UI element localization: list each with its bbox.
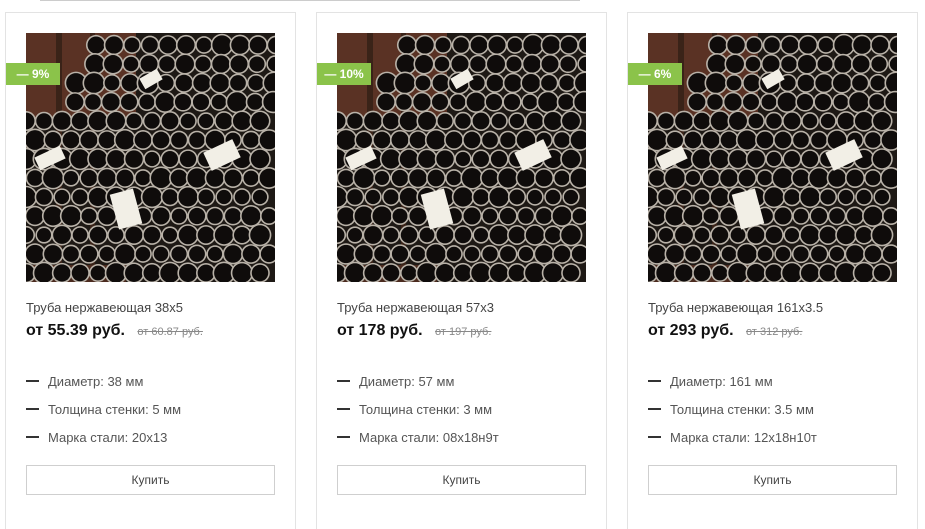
discount-badge: — 6% <box>628 63 682 85</box>
property-value: 3.5 мм <box>774 401 814 417</box>
steel-pipes-photo-icon <box>648 33 897 282</box>
property-label: Марка стали: <box>48 429 129 445</box>
steel-pipes-photo-icon <box>337 33 586 282</box>
price-row: от 178 руб. от 197 руб. <box>337 322 491 340</box>
price-row: от 293 руб. от 312 руб. <box>648 322 802 340</box>
steel-pipes-photo-icon <box>26 33 275 282</box>
property-label: Диаметр: <box>359 373 415 389</box>
property-label: Марка стали: <box>670 429 751 445</box>
old-price: от 312 руб. <box>746 326 803 338</box>
dash-icon <box>337 436 350 438</box>
dash-icon <box>648 436 661 438</box>
product-properties: Диаметр: 161 мм Толщина стенки: 3.5 мм М… <box>648 367 817 451</box>
current-price: от 293 руб. <box>648 322 734 339</box>
property-label: Толщина стенки: <box>48 401 149 417</box>
property-label: Марка стали: <box>359 429 440 445</box>
discount-badge: — 10% <box>317 63 371 85</box>
property-diameter: Диаметр: 38 мм <box>26 367 181 395</box>
product-properties: Диаметр: 57 мм Толщина стенки: 3 мм Марк… <box>337 367 499 451</box>
property-value: 57 мм <box>418 373 455 389</box>
product-card: — 9% Труба нержавеющая 38х5 от 55.39 руб… <box>5 12 296 529</box>
old-price: от 60.87 руб. <box>137 326 203 338</box>
old-price: от 197 руб. <box>435 326 492 338</box>
product-card: — 6% Труба нержавеющая 161х3.5 от 293 ру… <box>627 12 918 529</box>
property-steel-grade: Марка стали: 12х18н10т <box>648 423 817 451</box>
dash-icon <box>648 408 661 410</box>
product-title[interactable]: Труба нержавеющая 38х5 <box>26 300 183 315</box>
property-wall-thickness: Толщина стенки: 5 мм <box>26 395 181 423</box>
property-diameter: Диаметр: 161 мм <box>648 367 817 395</box>
property-value: 20х13 <box>131 429 168 445</box>
dash-icon <box>648 380 661 382</box>
current-price: от 55.39 руб. <box>26 322 125 339</box>
dash-icon <box>337 380 350 382</box>
property-label: Толщина стенки: <box>359 401 460 417</box>
property-label: Диаметр: <box>48 373 104 389</box>
product-card: — 10% Труба нержавеющая 57х3 от 178 руб.… <box>316 12 607 529</box>
dash-icon <box>26 408 39 410</box>
property-steel-grade: Марка стали: 20х13 <box>26 423 181 451</box>
product-title[interactable]: Труба нержавеющая 57х3 <box>337 300 494 315</box>
property-steel-grade: Марка стали: 08х18н9т <box>337 423 499 451</box>
product-properties: Диаметр: 38 мм Толщина стенки: 5 мм Марк… <box>26 367 181 451</box>
dash-icon <box>26 436 39 438</box>
price-row: от 55.39 руб. от 60.87 руб. <box>26 322 203 340</box>
buy-button[interactable]: Купить <box>26 465 275 495</box>
current-price: от 178 руб. <box>337 322 423 339</box>
property-label: Диаметр: <box>670 373 726 389</box>
property-wall-thickness: Толщина стенки: 3 мм <box>337 395 499 423</box>
buy-button[interactable]: Купить <box>337 465 586 495</box>
property-value: 38 мм <box>107 373 144 389</box>
property-value: 3 мм <box>463 401 493 417</box>
product-image[interactable] <box>648 33 897 282</box>
property-value: 5 мм <box>152 401 182 417</box>
property-label: Толщина стенки: <box>670 401 771 417</box>
property-value: 12х18н10т <box>753 429 817 445</box>
discount-badge: — 9% <box>6 63 60 85</box>
dash-icon <box>26 380 39 382</box>
property-value: 161 мм <box>729 373 773 389</box>
product-image[interactable] <box>337 33 586 282</box>
property-wall-thickness: Толщина стенки: 3.5 мм <box>648 395 817 423</box>
property-diameter: Диаметр: 57 мм <box>337 367 499 395</box>
product-image[interactable] <box>26 33 275 282</box>
dash-icon <box>337 408 350 410</box>
buy-button[interactable]: Купить <box>648 465 897 495</box>
property-value: 08х18н9т <box>442 429 499 445</box>
cropped-text-line <box>40 0 580 1</box>
product-title[interactable]: Труба нержавеющая 161х3.5 <box>648 300 823 315</box>
